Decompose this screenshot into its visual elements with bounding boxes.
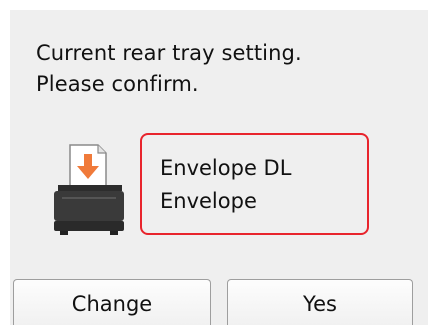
change-button[interactable]: Change (13, 279, 211, 325)
message-line-2: Please confirm. (36, 72, 199, 96)
printer-body-icon (54, 185, 124, 235)
printer-rear-tray-icon (54, 144, 124, 235)
paper-size-value: Envelope DL (160, 156, 292, 180)
message-line-1: Current rear tray setting. (36, 41, 302, 65)
tray-setting-panel: Envelope DL Envelope (140, 133, 369, 235)
yes-button[interactable]: Yes (227, 279, 413, 325)
confirmation-message: Current rear tray setting. Please confir… (36, 38, 416, 100)
confirm-screen: Current rear tray setting. Please confir… (10, 10, 428, 325)
media-type-value: Envelope (160, 189, 257, 213)
